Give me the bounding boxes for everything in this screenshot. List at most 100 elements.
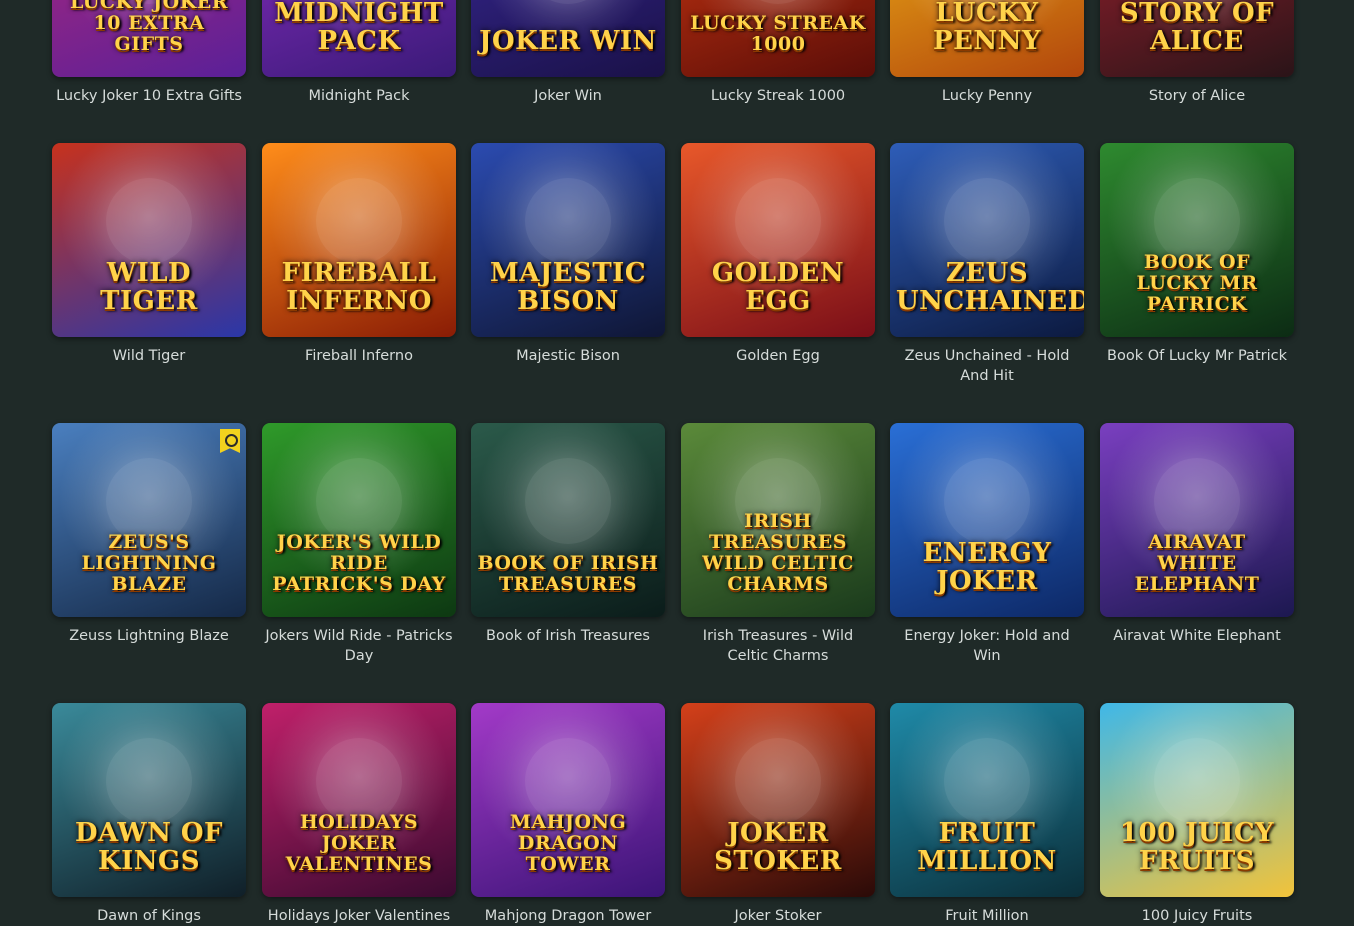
game-title[interactable]: Majestic Bison (471, 346, 665, 366)
game-tile[interactable]: Lucky Penny Lucky Penny (890, 0, 1084, 106)
game-tile[interactable]: Fireball Inferno Fireball Inferno (262, 143, 456, 366)
game-tile[interactable]: Story of Alice Story of Alice (1100, 0, 1294, 106)
game-tile[interactable]: Irish Treasures Wild Celtic Charms Irish … (681, 423, 875, 666)
game-logo-text: Majestic Bison (489, 258, 647, 316)
game-title[interactable]: Book of Irish Treasures (471, 626, 665, 646)
game-logo-text: Wild Tiger (100, 258, 198, 316)
game-title[interactable]: Zeus Unchained - Hold And Hit (890, 346, 1084, 386)
game-thumbnail[interactable]: Story of Alice (1100, 0, 1294, 77)
game-logo-text: Fireball Inferno (281, 258, 437, 316)
game-thumbnail[interactable]: Fruit Million (890, 703, 1084, 897)
game-thumbnail[interactable]: Holidays Joker Valentines (262, 703, 456, 897)
game-tile[interactable]: Zeus Unchained Zeus Unchained - Hold And … (890, 143, 1084, 386)
game-title[interactable]: Wild Tiger (52, 346, 246, 366)
game-title[interactable]: Joker Win (471, 86, 665, 106)
game-tile[interactable]: Book of Lucky Mr Patrick Book Of Lucky Mr… (1100, 143, 1294, 366)
game-thumbnail[interactable]: Energy Joker (890, 423, 1084, 617)
game-tile[interactable]: Fruit Million Fruit Million (890, 703, 1084, 926)
game-logo-text: Midnight Pack (274, 0, 444, 56)
game-title[interactable]: Joker Stoker (681, 906, 875, 926)
game-logo-text: Lucky Joker 10 Extra Gifts (69, 0, 229, 55)
game-title[interactable]: Golden Egg (681, 346, 875, 366)
game-tile[interactable]: Lucky Streak 1000 Lucky Streak 1000 (681, 0, 875, 106)
game-thumbnail[interactable]: Majestic Bison (471, 143, 665, 337)
game-tile[interactable]: Mahjong Dragon Tower Mahjong Dragon Tower (471, 703, 665, 926)
thumbnail-art (106, 177, 192, 264)
thumbnail-art (525, 177, 611, 264)
game-logo-text: Golden Egg (711, 258, 845, 316)
game-grid: Lucky Joker 10 Extra Gifts Lucky Joker 10… (0, 0, 1354, 924)
game-logo-text: Irish Treasures Wild Celtic Charms (702, 510, 854, 595)
thumbnail-art (1154, 737, 1240, 824)
game-title[interactable]: Story of Alice (1100, 86, 1294, 106)
game-tile[interactable]: Energy Joker Energy Joker: Hold and Win (890, 423, 1084, 666)
game-tile[interactable]: Holidays Joker Valentines Holidays Joker … (262, 703, 456, 926)
game-title[interactable]: 100 Juicy Fruits (1100, 906, 1294, 926)
game-thumbnail[interactable]: Lucky Penny (890, 0, 1084, 77)
game-logo-text: Book of Lucky Mr Patrick (1136, 251, 1258, 315)
game-logo-text: Holidays Joker Valentines (285, 811, 433, 875)
game-logo-text: Lucky Penny (933, 0, 1041, 56)
game-title[interactable]: Lucky Joker 10 Extra Gifts (52, 86, 246, 106)
game-title[interactable]: Holidays Joker Valentines (262, 906, 456, 926)
game-thumbnail[interactable]: Joker Win (471, 0, 665, 77)
game-tile[interactable]: Zeus's Lightning Blaze Zeuss Lightning Bl… (52, 423, 246, 646)
game-thumbnail[interactable]: Joker's Wild Ride Patrick's Day (262, 423, 456, 617)
game-logo-text: Airavat White Elephant (1134, 531, 1260, 595)
thumbnail-art (944, 737, 1030, 824)
game-tile[interactable]: Joker Win Joker Win (471, 0, 665, 106)
game-title[interactable]: Energy Joker: Hold and Win (890, 626, 1084, 666)
game-title[interactable]: Midnight Pack (262, 86, 456, 106)
game-tile[interactable]: Golden Egg Golden Egg (681, 143, 875, 366)
game-thumbnail[interactable]: 100 Juicy Fruits (1100, 703, 1294, 897)
game-thumbnail[interactable]: Midnight Pack (262, 0, 456, 77)
game-tile[interactable]: Joker Stoker Joker Stoker (681, 703, 875, 926)
game-logo-text: Dawn of Kings (74, 818, 224, 876)
game-tile[interactable]: Airavat White Elephant Airavat White Elep… (1100, 423, 1294, 646)
thumbnail-art (525, 457, 611, 544)
game-logo-text: Fruit Million (917, 818, 1057, 876)
game-tile[interactable]: Book of Irish Treasures Book of Irish Tre… (471, 423, 665, 646)
game-thumbnail[interactable]: Airavat White Elephant (1100, 423, 1294, 617)
game-thumbnail[interactable]: Lucky Streak 1000 (681, 0, 875, 77)
thumbnail-art (735, 177, 821, 264)
game-thumbnail[interactable]: Irish Treasures Wild Celtic Charms (681, 423, 875, 617)
game-logo-text: Joker's Wild Ride Patrick's Day (272, 531, 446, 595)
thumbnail-art (944, 457, 1030, 544)
game-title[interactable]: Lucky Penny (890, 86, 1084, 106)
game-logo-text: Joker Stoker (714, 818, 842, 876)
game-thumbnail[interactable]: Fireball Inferno (262, 143, 456, 337)
game-logo-text: Energy Joker (922, 538, 1052, 596)
game-title[interactable]: Fireball Inferno (262, 346, 456, 366)
game-title[interactable]: Book Of Lucky Mr Patrick (1100, 346, 1294, 366)
game-tile[interactable]: 100 Juicy Fruits 100 Juicy Fruits (1100, 703, 1294, 926)
game-title[interactable]: Zeuss Lightning Blaze (52, 626, 246, 646)
game-thumbnail[interactable]: Zeus Unchained (890, 143, 1084, 337)
game-tile[interactable]: Lucky Joker 10 Extra Gifts Lucky Joker 10… (52, 0, 246, 106)
game-thumbnail[interactable]: Zeus's Lightning Blaze (52, 423, 246, 617)
game-title[interactable]: Mahjong Dragon Tower (471, 906, 665, 926)
game-title[interactable]: Fruit Million (890, 906, 1084, 926)
game-thumbnail[interactable]: Joker Stoker (681, 703, 875, 897)
game-title[interactable]: Lucky Streak 1000 (681, 86, 875, 106)
game-thumbnail[interactable]: Dawn of Kings (52, 703, 246, 897)
game-tile[interactable]: Wild Tiger Wild Tiger (52, 143, 246, 366)
game-tile[interactable]: Dawn of Kings Dawn of Kings (52, 703, 246, 926)
game-title[interactable]: Irish Treasures - Wild Celtic Charms (681, 626, 875, 666)
thumbnail-art (316, 177, 402, 264)
game-logo-text: Joker Win (479, 26, 657, 56)
game-thumbnail[interactable]: Book of Irish Treasures (471, 423, 665, 617)
game-tile[interactable]: Majestic Bison Majestic Bison (471, 143, 665, 366)
game-tile[interactable]: Midnight Pack Midnight Pack (262, 0, 456, 106)
thumbnail-art (944, 177, 1030, 264)
game-thumbnail[interactable]: Book of Lucky Mr Patrick (1100, 143, 1294, 337)
game-thumbnail[interactable]: Wild Tiger (52, 143, 246, 337)
game-thumbnail[interactable]: Mahjong Dragon Tower (471, 703, 665, 897)
game-title[interactable]: Airavat White Elephant (1100, 626, 1294, 646)
game-thumbnail[interactable]: Lucky Joker 10 Extra Gifts (52, 0, 246, 77)
game-tile[interactable]: Joker's Wild Ride Patrick's Day Jokers Wi… (262, 423, 456, 666)
game-title[interactable]: Dawn of Kings (52, 906, 246, 926)
game-thumbnail[interactable]: Golden Egg (681, 143, 875, 337)
game-title[interactable]: Jokers Wild Ride - Patricks Day (262, 626, 456, 666)
game-logo-text: Story of Alice (1119, 0, 1275, 56)
